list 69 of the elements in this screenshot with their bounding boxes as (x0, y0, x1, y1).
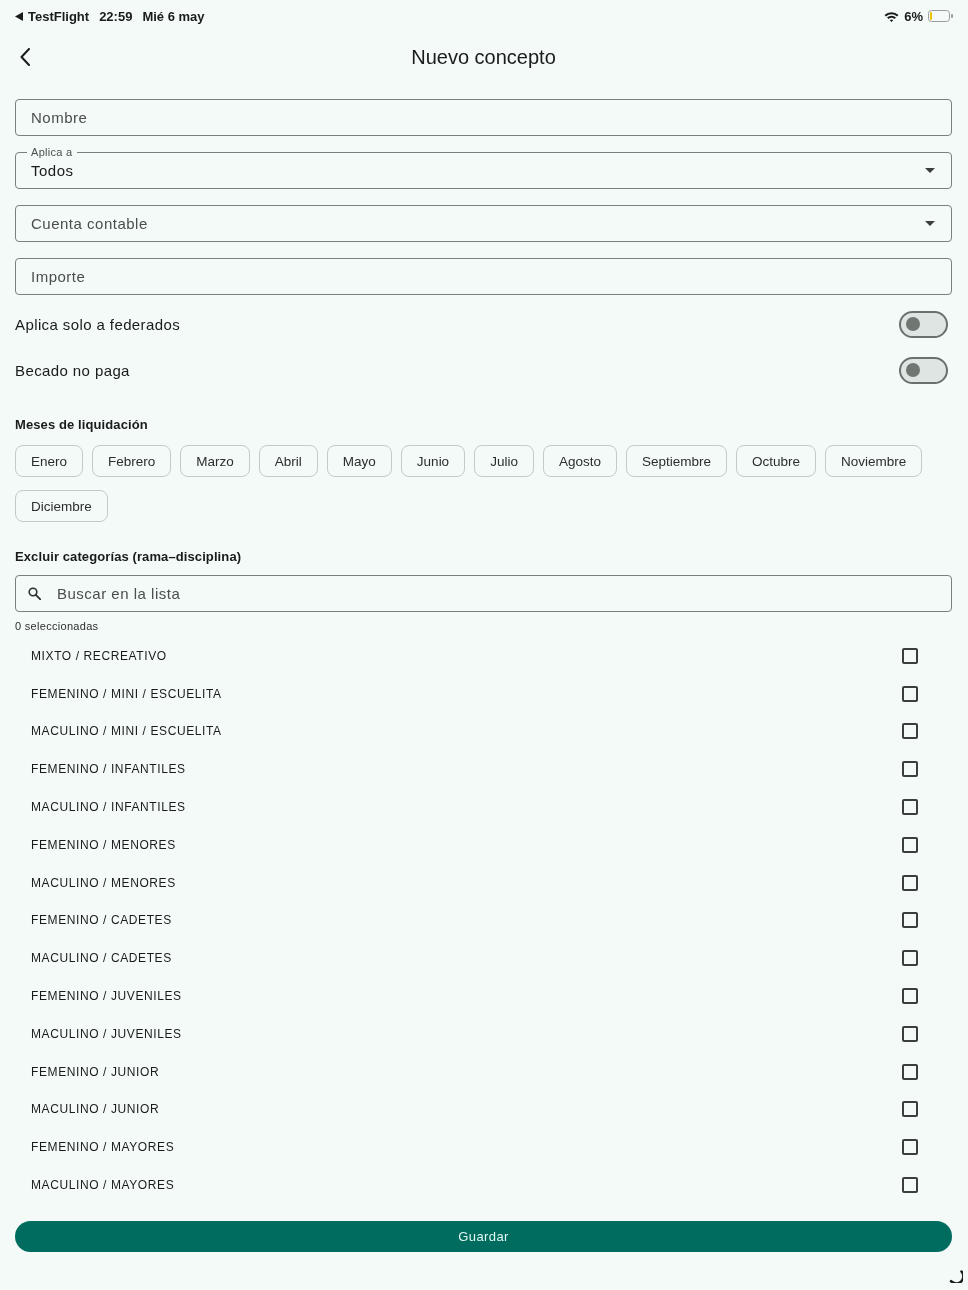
month-chip[interactable]: Enero (15, 445, 84, 477)
input-field[interactable]: Nombre (15, 99, 952, 136)
select-field[interactable]: Cuenta contable (15, 205, 952, 242)
category-label: MACULINO / JUNIOR (31, 1102, 160, 1117)
checkbox[interactable] (902, 1101, 918, 1118)
category-label: MACULINO / JUVENILES (31, 1026, 182, 1041)
category-label: FEMENINO / JUNIOR (31, 1064, 160, 1079)
page-title: Nuevo concepto (411, 45, 556, 69)
selected-count: 0 seleccionadas (15, 619, 99, 633)
save-button[interactable]: Guardar (15, 1220, 952, 1252)
category-label: FEMENINO / CADETES (31, 913, 172, 928)
month-chip[interactable]: Noviembre (825, 445, 923, 477)
back-to-app-link[interactable]: TestFlight (15, 8, 90, 24)
month-chip[interactable]: Septiembre (625, 445, 727, 477)
battery-icon (928, 10, 953, 22)
checkbox[interactable] (902, 723, 918, 740)
month-chip[interactable]: Abril (258, 445, 318, 477)
checkbox[interactable] (902, 1063, 918, 1080)
month-chip[interactable]: Junio (400, 445, 466, 477)
toggle-label: Aplica solo a federados (15, 315, 181, 333)
back-icon (15, 11, 23, 21)
checkbox[interactable] (902, 1025, 918, 1042)
checkbox[interactable] (902, 988, 918, 1005)
section-title: Meses de liquidación (15, 417, 148, 433)
month-chip[interactable]: Agosto (542, 445, 617, 477)
search-icon (28, 587, 41, 600)
checkbox[interactable] (902, 647, 918, 664)
category-label: MACULINO / INFANTILES (31, 800, 186, 815)
field-label: Aplica a (27, 146, 77, 159)
status-time: 22:59 (99, 8, 133, 24)
month-chip[interactable]: Marzo (180, 445, 250, 477)
checkbox[interactable] (902, 874, 918, 891)
chevron-left-icon (20, 48, 30, 66)
toggle-switch[interactable] (899, 356, 948, 384)
caret-icon (925, 168, 935, 173)
checkbox[interactable] (902, 836, 918, 853)
battery-percent: 6% (904, 8, 923, 24)
back-button[interactable] (18, 46, 32, 68)
category-label: FEMENINO / MINI / ESCUELITA (31, 686, 222, 701)
toggle-switch[interactable] (899, 310, 948, 338)
search-field[interactable]: Buscar en la lista (15, 575, 952, 612)
category-label: FEMENINO / JUVENILES (31, 989, 182, 1004)
section-title: Excluir categorías (rama–disciplina) (15, 549, 242, 565)
checkbox[interactable] (902, 761, 918, 778)
checkbox[interactable] (902, 799, 918, 816)
checkbox[interactable] (902, 1139, 918, 1156)
month-chip[interactable]: Mayo (326, 445, 392, 477)
category-label: MIXTO / RECREATIVO (31, 648, 167, 663)
category-label: MACULINO / MENORES (31, 875, 176, 890)
category-label: MACULINO / MAYORES (31, 1178, 175, 1193)
caret-icon (925, 221, 935, 226)
month-chip[interactable]: Octubre (736, 445, 816, 477)
category-label: MACULINO / CADETES (31, 951, 172, 966)
month-chip[interactable]: Diciembre (15, 490, 108, 522)
month-chip[interactable]: Febrero (92, 445, 172, 477)
category-label: FEMENINO / MAYORES (31, 1140, 175, 1155)
category-label: FEMENINO / MENORES (31, 837, 176, 852)
wifi-icon (884, 10, 900, 22)
toggle-label: Becado no paga (15, 361, 130, 379)
checkbox[interactable] (902, 1177, 918, 1194)
category-label: MACULINO / MINI / ESCUELITA (31, 724, 222, 739)
month-chip[interactable]: Julio (474, 445, 534, 477)
input-field[interactable]: Importe (15, 258, 952, 295)
checkbox[interactable] (902, 685, 918, 702)
checkbox[interactable] (902, 950, 918, 967)
category-label: FEMENINO / INFANTILES (31, 762, 186, 777)
checkbox[interactable] (902, 912, 918, 929)
status-date: Mié 6 may (142, 8, 205, 24)
spinner-icon (949, 1270, 963, 1283)
